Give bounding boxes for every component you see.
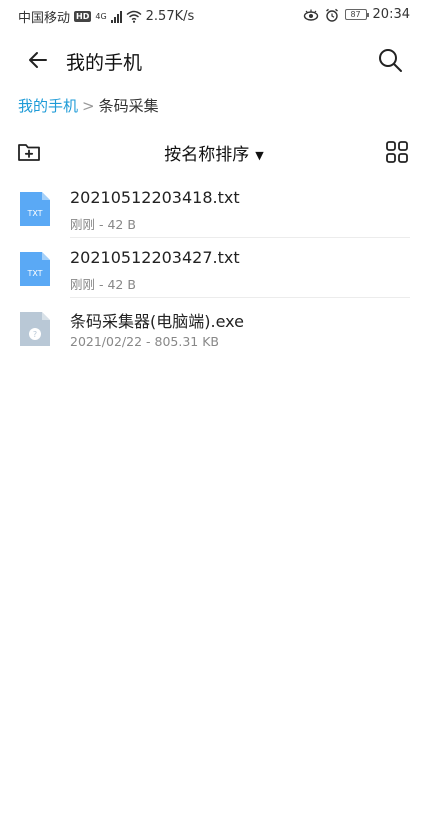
file-name: 条码采集器(电脑端).exe [70, 312, 244, 331]
file-meta: 2021/02/22 - 805.31 KB [70, 334, 219, 349]
file-meta: 刚刚 - 42 B [70, 217, 136, 232]
breadcrumb-separator: > [82, 96, 95, 115]
sort-selector[interactable]: 按名称排序 ▼ [0, 140, 428, 165]
breadcrumb-root[interactable]: 我的手机 [18, 95, 78, 116]
wifi-icon [126, 10, 142, 23]
signal-icon [110, 10, 122, 23]
status-bar: 中国移动 HD 4G 2.57K/s 87 20:34 [0, 0, 428, 32]
eye-comfort-icon [303, 9, 318, 21]
file-item[interactable]: ? 条码采集器(电脑端).exe 2021/02/22 - 805.31 KB [0, 298, 428, 358]
breadcrumb: 我的手机 > 条码采集 [18, 95, 159, 116]
file-type-label: TXT [26, 209, 42, 218]
clock: 20:34 [372, 7, 410, 22]
network-type: 4G [95, 12, 107, 21]
hd-badge: HD [74, 11, 92, 22]
arrow-left-icon[interactable] [24, 46, 52, 74]
file-item[interactable]: TXT 20210512203418.txt 刚刚 - 42 B [0, 178, 428, 238]
file-name: 20210512203418.txt [70, 188, 240, 207]
carrier-label: 中国移动 [18, 11, 71, 26]
file-item[interactable]: TXT 20210512203427.txt 刚刚 - 42 B [0, 238, 428, 298]
battery-icon: 87 [344, 9, 369, 20]
search-icon[interactable] [376, 46, 404, 74]
file-meta: 刚刚 - 42 B [70, 277, 136, 292]
battery-level: 87 [350, 10, 361, 19]
caret-down-icon: ▼ [255, 148, 264, 162]
breadcrumb-current: 条码采集 [98, 97, 159, 115]
sort-label: 按名称排序 [164, 145, 250, 165]
file-name: 20210512203427.txt [70, 248, 240, 267]
txt-file-icon: TXT [20, 252, 50, 286]
txt-file-icon: TXT [20, 192, 50, 226]
file-list: TXT 20210512203418.txt 刚刚 - 42 B TXT 202… [0, 178, 428, 358]
file-type-label: TXT [26, 269, 42, 278]
alarm-icon [325, 8, 338, 22]
app-bar: 我的手机 [0, 38, 428, 82]
grid-view-icon[interactable] [384, 139, 410, 165]
toolbar: 按名称排序 ▼ [0, 136, 428, 168]
unknown-file-icon: ? [20, 312, 50, 346]
page-title: 我的手机 [66, 52, 143, 74]
network-speed: 2.57K/s [145, 9, 195, 24]
file-type-label: ? [33, 330, 37, 339]
